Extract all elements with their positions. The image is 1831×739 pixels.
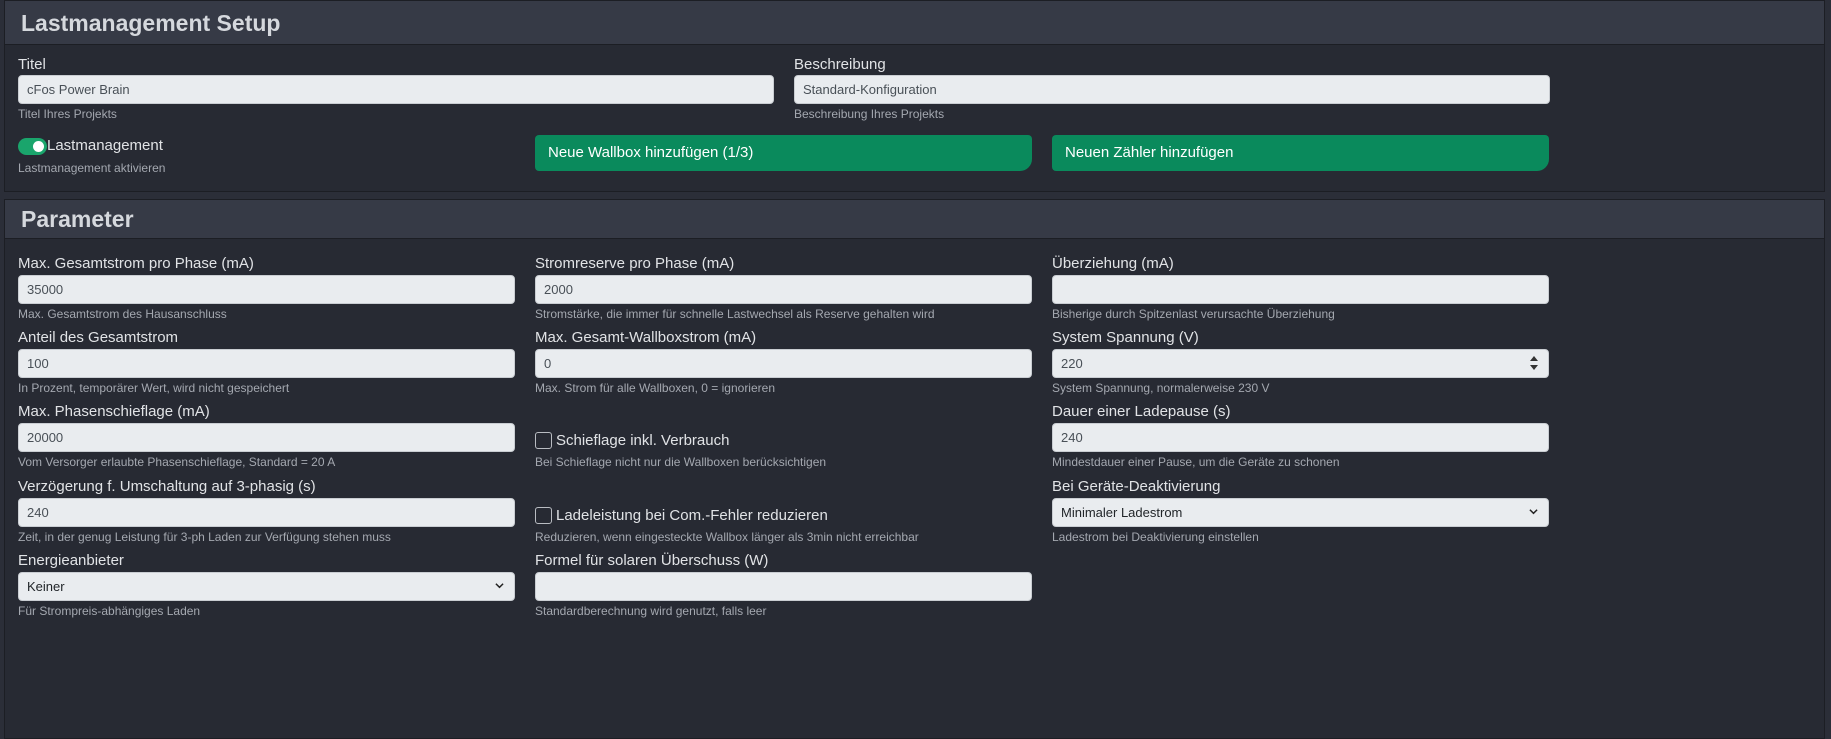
share-label: Anteil des Gesamtstrom <box>18 329 179 346</box>
voltage-help: System Spannung, normalerweise 230 V <box>1052 381 1270 395</box>
title-input[interactable]: cFos Power Brain <box>18 75 774 104</box>
max-wallbox-input[interactable]: 0 <box>535 349 1032 378</box>
max-wallbox-help: Max. Strom für alle Wallboxen, 0 = ignor… <box>535 381 775 395</box>
reduce-help: Reduzieren, wenn eingesteckte Wallbox lä… <box>535 530 919 544</box>
imbalance-help: Vom Versorger erlaubte Phasenschieflage,… <box>18 455 336 469</box>
imbalance-label: Max. Phasenschieflage (mA) <box>18 403 210 420</box>
description-input[interactable]: Standard-Konfiguration <box>794 75 1550 104</box>
delay3-input[interactable]: 240 <box>18 498 515 527</box>
overdraw-label: Überziehung (mA) <box>1052 255 1174 272</box>
toggle-knob <box>33 141 44 152</box>
solar-input[interactable] <box>535 572 1032 601</box>
max-total-input[interactable]: 35000 <box>18 275 515 304</box>
solar-label: Formel für solaren Überschuss (W) <box>535 552 769 569</box>
deactivation-select[interactable]: Minimaler Ladestrom <box>1052 498 1549 527</box>
max-wallbox-label: Max. Gesamt-Wallboxstrom (mA) <box>535 329 757 346</box>
lastmanagement-help: Lastmanagement aktivieren <box>18 161 166 175</box>
chevron-down-icon <box>495 583 504 589</box>
imbalance-consumption-label: Schieflage inkl. Verbrauch <box>556 432 730 449</box>
description-help: Beschreibung Ihres Projekts <box>794 107 945 121</box>
deactivation-label: Bei Geräte-Deaktivierung <box>1052 478 1221 495</box>
voltage-input[interactable]: 220 <box>1052 349 1549 378</box>
parameter-card: Parameter Max. Gesamtstrom pro Phase (mA… <box>4 199 1825 739</box>
description-label: Beschreibung <box>794 56 886 73</box>
voltage-value: 220 <box>1061 356 1083 371</box>
voltage-label: System Spannung (V) <box>1052 329 1199 346</box>
reserve-input[interactable]: 2000 <box>535 275 1032 304</box>
reserve-help: Stromstärke, die immer für schnelle Last… <box>535 307 935 321</box>
overdraw-input[interactable] <box>1052 275 1549 304</box>
reduce-label: Ladeleistung bei Com.-Fehler reduzieren <box>556 507 828 524</box>
checkbox-icon[interactable] <box>535 432 552 449</box>
add-meter-button[interactable]: Neuen Zähler hinzufügen <box>1052 135 1549 171</box>
chevron-down-icon <box>1529 509 1538 515</box>
provider-label: Energieanbieter <box>18 552 124 569</box>
parameter-header: Parameter <box>5 200 1824 239</box>
pause-label: Dauer einer Ladepause (s) <box>1052 403 1231 420</box>
max-total-help: Max. Gesamtstrom des Hausanschluss <box>18 307 227 321</box>
delay3-label: Verzögerung f. Umschaltung auf 3-phasig … <box>18 478 316 495</box>
share-help: In Prozent, temporärer Wert, wird nicht … <box>18 381 290 395</box>
title-label: Titel <box>18 56 46 73</box>
deactivation-value: Minimaler Ladestrom <box>1061 505 1183 520</box>
add-wallbox-button[interactable]: Neue Wallbox hinzufügen (1/3) <box>535 135 1032 171</box>
imbalance-input[interactable]: 20000 <box>18 423 515 452</box>
toggle-switch-icon[interactable] <box>18 138 47 155</box>
delay3-help: Zeit, in der genug Leistung für 3-ph Lad… <box>18 530 391 544</box>
spinner-icon[interactable] <box>1530 355 1538 371</box>
solar-help: Standardberechnung wird genutzt, falls l… <box>535 604 767 618</box>
reserve-label: Stromreserve pro Phase (mA) <box>535 255 735 272</box>
max-total-label: Max. Gesamtstrom pro Phase (mA) <box>18 255 254 272</box>
deactivation-help: Ladestrom bei Deaktivierung einstellen <box>1052 530 1259 544</box>
checkbox-icon[interactable] <box>535 507 552 524</box>
share-input[interactable]: 100 <box>18 349 515 378</box>
lastmanagement-toggle-label: Lastmanagement <box>47 137 163 154</box>
pause-input[interactable]: 240 <box>1052 423 1549 452</box>
provider-value: Keiner <box>27 579 65 594</box>
provider-select[interactable]: Keiner <box>18 572 515 601</box>
title-help: Titel Ihres Projekts <box>18 107 117 121</box>
setup-header: Lastmanagement Setup <box>5 1 1824 45</box>
pause-help: Mindestdauer einer Pause, um die Geräte … <box>1052 455 1340 469</box>
setup-card: Lastmanagement Setup Titel cFos Power Br… <box>4 0 1825 192</box>
overdraw-help: Bisherige durch Spitzenlast verursachte … <box>1052 307 1335 321</box>
imbalance-consumption-help: Bei Schieflage nicht nur die Wallboxen b… <box>535 455 827 469</box>
provider-help: Für Strompreis-abhängiges Laden <box>18 604 201 618</box>
